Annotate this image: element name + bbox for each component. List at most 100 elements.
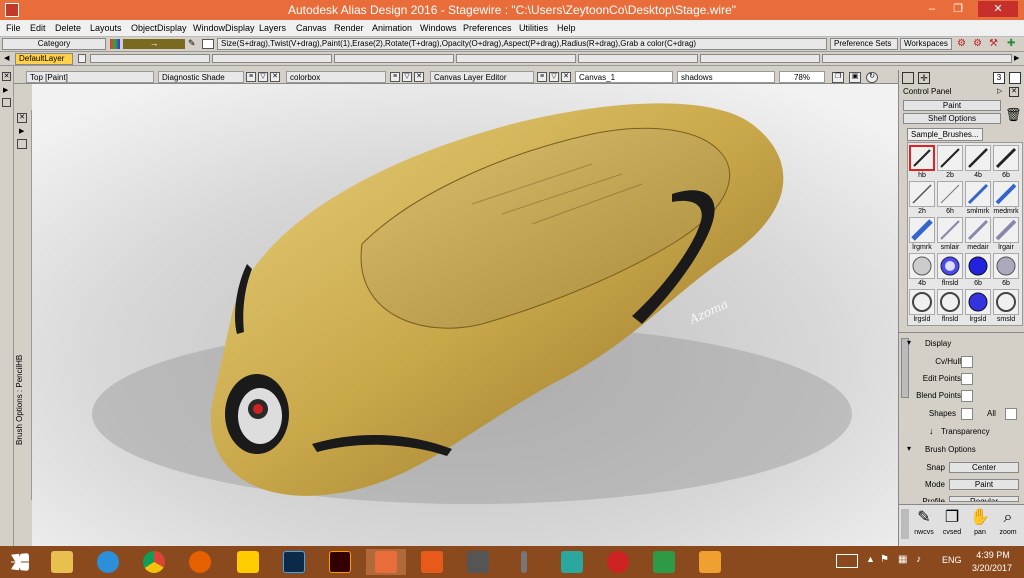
- view-title[interactable]: Top [Paint]: [26, 71, 154, 83]
- scroll-right-icon[interactable]: ▶: [1014, 54, 1022, 63]
- refresh-icon[interactable]: ↻: [866, 72, 878, 83]
- category-dropdown[interactable]: Category: [2, 38, 106, 50]
- workspaces-button[interactable]: Workspaces: [900, 38, 952, 50]
- network-icon[interactable]: ▦: [898, 554, 907, 565]
- panel-number[interactable]: 3: [993, 72, 1005, 84]
- default-layer-button[interactable]: DefaultLayer: [15, 53, 73, 65]
- add-icon[interactable]: ✚: [1007, 38, 1019, 50]
- taskbar-vectorworks[interactable]: [412, 549, 452, 575]
- close-icon[interactable]: ✕: [17, 113, 27, 123]
- brush-smlmrk[interactable]: smlmrk: [965, 181, 991, 217]
- shade-selector[interactable]: Diagnostic Shade: [158, 71, 244, 83]
- menu-help[interactable]: Help: [557, 23, 576, 33]
- close-icon[interactable]: ✕: [414, 72, 424, 82]
- palette-handle[interactable]: [901, 509, 909, 539]
- brush-lrgair[interactable]: lrgair: [993, 217, 1019, 253]
- brush-medair[interactable]: medair: [965, 217, 991, 253]
- menu-file[interactable]: File: [6, 23, 21, 33]
- brush-lrgmrk[interactable]: lrgmrk: [909, 217, 935, 253]
- settings-icon[interactable]: ⚙: [973, 38, 985, 50]
- close-icon[interactable]: ✕: [2, 72, 11, 81]
- paint-canvas[interactable]: Azoma: [32, 84, 898, 546]
- brush-lrgsld-blue[interactable]: lrgsld: [965, 289, 991, 325]
- canvas-layer-editor[interactable]: Canvas Layer Editor: [430, 71, 534, 83]
- mode-dropdown[interactable]: Paint: [903, 100, 1001, 111]
- menu-icon[interactable]: ≡: [390, 72, 400, 82]
- chevron-down-icon[interactable]: ▽: [549, 72, 559, 82]
- taskbar-mtn[interactable]: [228, 549, 268, 575]
- menu-render[interactable]: Render: [334, 23, 364, 33]
- taskbar-alias[interactable]: [366, 549, 406, 575]
- taskbar-chrome[interactable]: [134, 549, 174, 575]
- layer-slot[interactable]: [90, 54, 210, 63]
- shapes-checkbox[interactable]: [961, 408, 973, 420]
- brush-medmrk[interactable]: medmrk: [993, 181, 1019, 217]
- all-checkbox[interactable]: [1005, 408, 1017, 420]
- keyboard-icon[interactable]: [836, 554, 858, 568]
- menu-icon[interactable]: ≡: [246, 72, 256, 82]
- collapse-icon[interactable]: ▷: [997, 87, 1002, 95]
- taskbar-explorer[interactable]: [42, 549, 82, 575]
- snap-dropdown[interactable]: Center: [949, 462, 1019, 473]
- brush-lrgsld[interactable]: lrgsld: [909, 289, 935, 325]
- flag-icon[interactable]: ⚑: [880, 554, 889, 565]
- copy-icon[interactable]: ❐: [832, 72, 844, 83]
- layer-slot[interactable]: [456, 54, 576, 63]
- restore-button[interactable]: ❐: [946, 1, 970, 17]
- cvhull-checkbox[interactable]: [961, 356, 973, 368]
- move-icon[interactable]: ✛: [918, 72, 930, 84]
- taskbar-player[interactable]: [690, 549, 730, 575]
- profile-dropdown[interactable]: Regular: [949, 496, 1019, 502]
- shelf-tab[interactable]: Sample_Brushes...: [907, 128, 983, 141]
- canvas-edit-tool[interactable]: ❐ cvsed: [939, 507, 965, 545]
- arrow-icon[interactable]: →: [123, 39, 185, 49]
- brush-2h[interactable]: 2h: [909, 181, 935, 217]
- tools-icon[interactable]: ⚒: [989, 38, 1001, 50]
- menu-windowdisplay[interactable]: WindowDisplay: [193, 23, 255, 33]
- clock-date[interactable]: 3/20/2017: [964, 563, 1020, 573]
- close-icon[interactable]: ✕: [561, 72, 571, 82]
- start-button[interactable]: [0, 549, 40, 575]
- brush-2b[interactable]: 2b: [937, 145, 963, 181]
- brush-options-header[interactable]: Brush Options: [925, 444, 1015, 456]
- taskbar-app2[interactable]: [598, 549, 638, 575]
- menu-layers[interactable]: Layers: [259, 23, 286, 33]
- chevron-down-icon[interactable]: ▽: [402, 72, 412, 82]
- brush-6h[interactable]: 6h: [937, 181, 963, 217]
- brush-options-expand-icon[interactable]: ▾: [907, 444, 911, 453]
- brush-4b[interactable]: 4b: [965, 145, 991, 181]
- menu-windows[interactable]: Windows: [420, 23, 457, 33]
- language-indicator[interactable]: ENG: [942, 555, 962, 565]
- scroll-left-icon[interactable]: ◀: [4, 54, 12, 63]
- brush-6b-round[interactable]: 6b: [965, 253, 991, 289]
- edit-points-checkbox[interactable]: [961, 373, 973, 385]
- pan-tool[interactable]: ✋ pan: [967, 507, 993, 545]
- pencil-icon[interactable]: ✎: [188, 39, 198, 49]
- layer-slot[interactable]: [212, 54, 332, 63]
- collapse-icon[interactable]: ▶: [3, 86, 8, 94]
- menu-icon[interactable]: [2, 98, 11, 107]
- taskbar-ie[interactable]: [88, 549, 128, 575]
- close-icon[interactable]: ✕: [1009, 87, 1019, 97]
- clock-time[interactable]: 4:39 PM: [968, 550, 1018, 560]
- brush-hb[interactable]: hb: [909, 145, 935, 181]
- brush-smsld[interactable]: smsld: [993, 289, 1019, 325]
- menu-icon[interactable]: [17, 139, 27, 149]
- blend-points-checkbox[interactable]: [961, 390, 973, 402]
- collapse-icon[interactable]: ▶: [19, 127, 24, 135]
- taskbar-pencil[interactable]: [504, 549, 544, 575]
- close-icon[interactable]: ✕: [270, 72, 280, 82]
- capture-icon[interactable]: ▣: [849, 72, 861, 83]
- chevron-down-icon[interactable]: ▽: [258, 72, 268, 82]
- menu-layouts[interactable]: Layouts: [90, 23, 122, 33]
- preference-sets-button[interactable]: Preference Sets: [830, 38, 898, 50]
- frame-icon[interactable]: [902, 72, 914, 84]
- transparency-label[interactable]: Transparency: [941, 426, 1021, 438]
- canvas-name-field[interactable]: Canvas_1: [575, 71, 673, 83]
- gear-icon[interactable]: ⚙: [957, 38, 969, 50]
- display-expand-icon[interactable]: ▾: [907, 338, 911, 347]
- close-button[interactable]: ✕: [978, 1, 1018, 17]
- layer-slot[interactable]: [700, 54, 820, 63]
- chevron-up-icon[interactable]: ▲: [866, 554, 875, 564]
- brush-6b-soft[interactable]: 6b: [993, 253, 1019, 289]
